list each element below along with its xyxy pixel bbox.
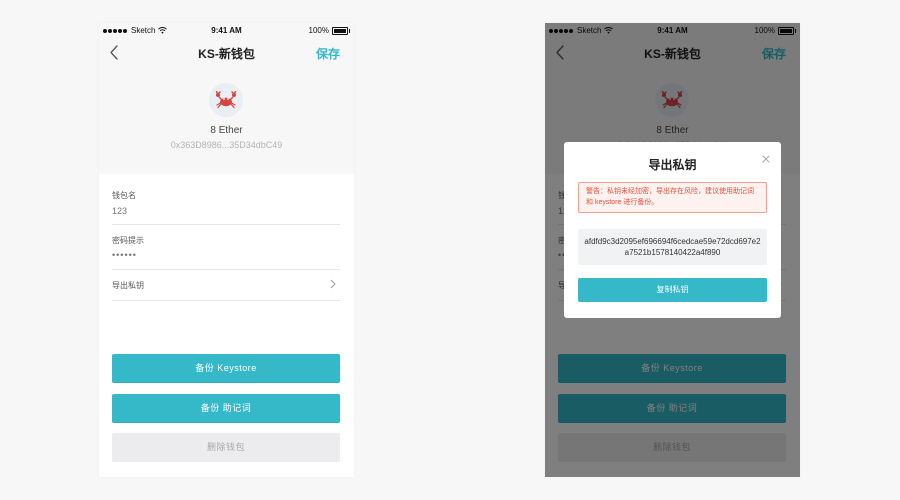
private-key-text[interactable]: afdfd9c3d2095ef696694f6cedcae59e72dcd697… <box>578 229 767 265</box>
crab-icon <box>215 91 237 109</box>
backup-mnemonic-button[interactable]: 备份 助记词 <box>112 394 340 423</box>
battery-percent: 100% <box>308 26 329 35</box>
password-hint-label: 密码提示 <box>112 236 144 245</box>
backup-keystore-button[interactable]: 备份 Keystore <box>112 354 340 383</box>
wallet-name-value[interactable]: 123 <box>112 206 127 216</box>
password-hint-field[interactable]: 密码提示 •••••• <box>112 229 340 270</box>
wallet-balance: 8 Ether <box>210 125 243 136</box>
chevron-right-icon <box>330 279 336 289</box>
status-bar: Sketch 9:41 AM 100% <box>99 23 354 39</box>
export-private-key-label: 导出私钥 <box>112 281 144 290</box>
password-hint-value[interactable]: •••••• <box>112 250 137 260</box>
modal-overlay[interactable]: 导出私钥 警告：私钥未经加密，导出存在风险，建议使用助记词和 keystore … <box>545 23 800 477</box>
save-button[interactable]: 保存 <box>316 45 340 62</box>
delete-wallet-button[interactable]: 删除钱包 <box>112 433 340 462</box>
wallet-address: 0x363D8986...35D34dbC49 <box>170 140 283 150</box>
wallet-detail-screen-with-modal: Sketch 9:41 AM 100% KS-新钱包 保存 8 Ether 0x… <box>545 23 800 477</box>
dialog-title: 导出私钥 <box>648 158 697 172</box>
wallet-name-field[interactable]: 钱包名 123 <box>112 183 340 225</box>
copy-private-key-button[interactable]: 复制私钥 <box>578 278 767 302</box>
wallet-name-label: 钱包名 <box>112 191 136 200</box>
close-button[interactable] <box>761 151 771 163</box>
close-icon <box>762 155 770 163</box>
navigation-bar: KS-新钱包 保存 <box>99 39 354 67</box>
export-private-key-row[interactable]: 导出私钥 <box>112 269 340 301</box>
wallet-detail-screen: Sketch 9:41 AM 100% KS-新钱包 保存 8 Ether 0x… <box>99 23 354 477</box>
warning-message: 警告：私钥未经加密，导出存在风险，建议使用助记词和 keystore 进行备份。 <box>578 182 767 213</box>
avatar <box>209 83 243 117</box>
battery-icon <box>332 26 350 35</box>
export-private-key-dialog: 导出私钥 警告：私钥未经加密，导出存在风险，建议使用助记词和 keystore … <box>564 142 781 318</box>
